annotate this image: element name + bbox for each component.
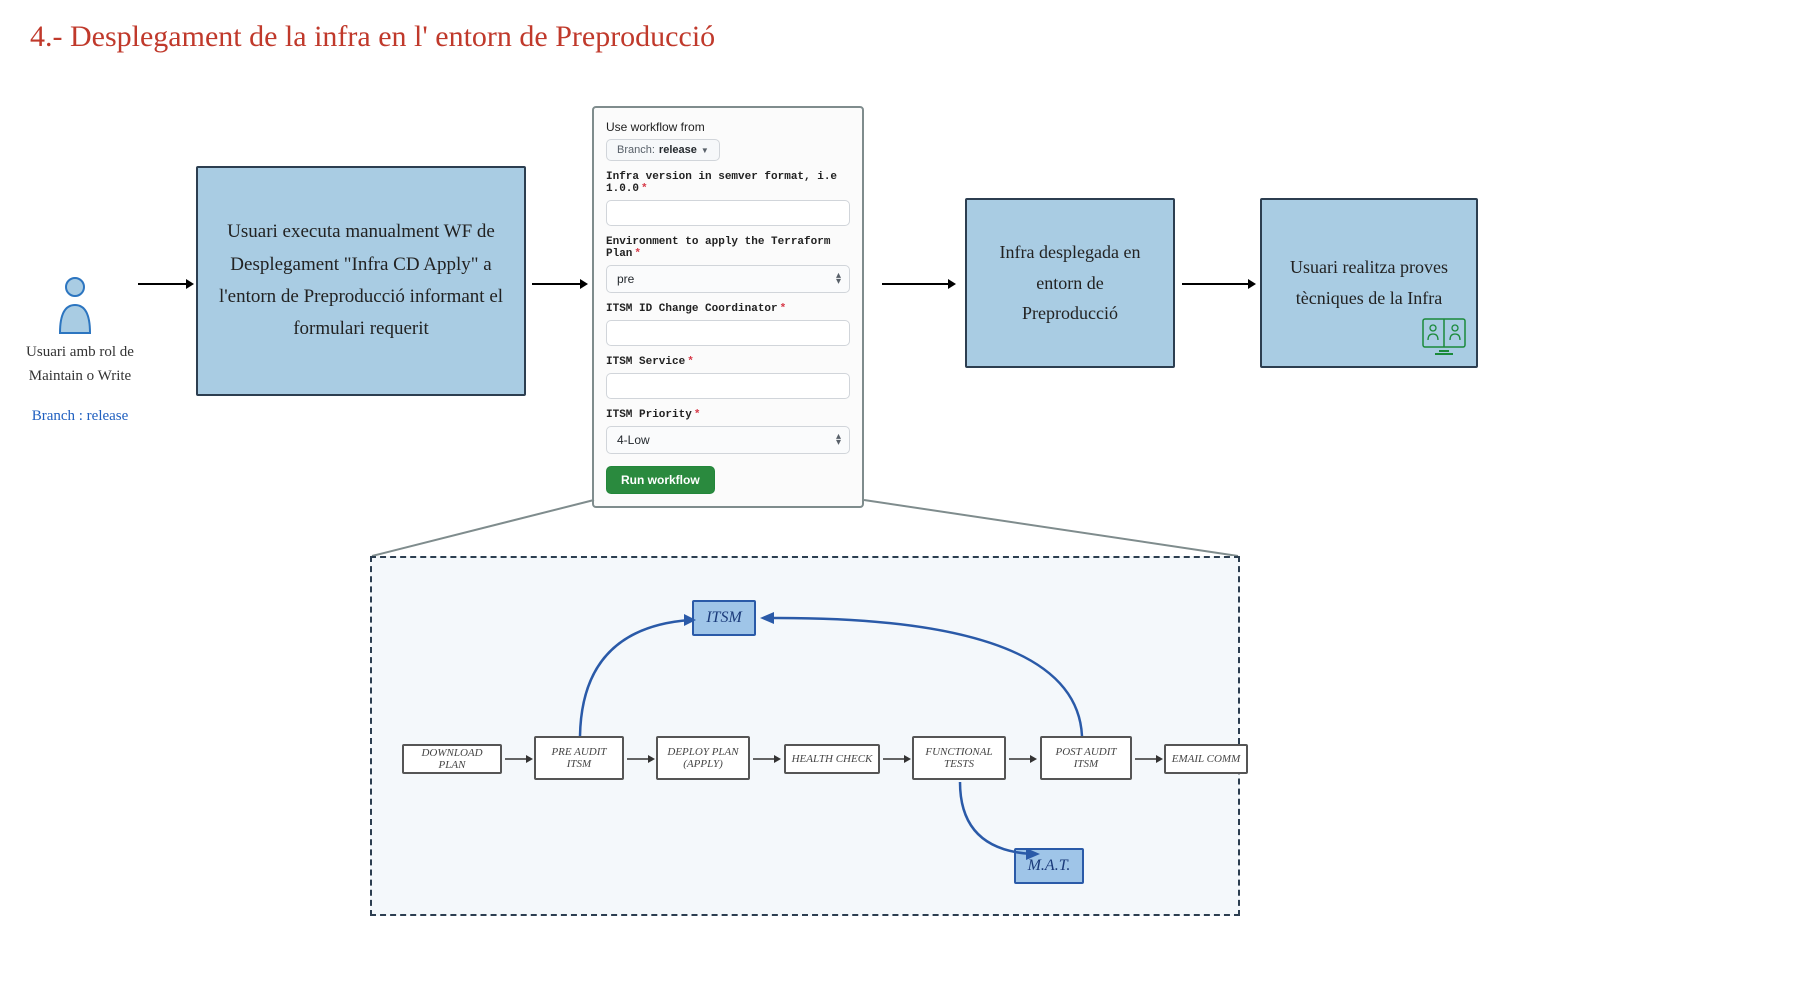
branch-prefix: Branch: [617,144,655,156]
pipeline-detail-panel: ITSM M.A.T. DOWNLOAD PLAN PRE AUDIT ITSM… [370,556,1240,916]
connector-lines [370,498,1240,558]
arrow-curve-icon [756,606,1086,738]
run-workflow-button[interactable]: Run workflow [606,466,715,494]
environment-select[interactable]: pre ▴▾ [606,265,850,293]
arrow-curve-icon [954,780,1054,860]
pipeline-step: POST AUDIT ITSM [1040,736,1132,780]
caret-down-icon: ▼ [701,146,709,155]
arrow-icon [136,274,196,294]
sticky-step-1: Usuari executa manualment WF de Desplega… [196,166,526,396]
user-role-label: Usuari amb rol de Maintain o Write [15,340,145,388]
itsm-service-label: ITSM Service* [606,356,850,368]
arrow-curve-icon [572,608,702,738]
sticky-step-1-text: Usuari executa manualment WF de Desplega… [218,216,504,345]
sticky-step-2: Infra desplegada en entorn de Preproducc… [965,198,1175,368]
select-caret-icon: ▴▾ [836,273,841,285]
pipeline-step: DEPLOY PLAN (APPLY) [656,736,750,780]
itsm-id-input[interactable] [606,320,850,346]
pipeline-step: FUNCTIONAL TESTS [912,736,1006,780]
sticky-step-3: Usuari realitza proves tècniques de la I… [1260,198,1478,368]
branch-selector[interactable]: Branch: release ▼ [606,139,720,161]
environment-label: Environment to apply the Terraform Plan* [606,236,850,260]
branch-value: release [659,144,697,156]
itsm-priority-value: 4-Low [617,433,650,447]
sticky-step-2-text: Infra desplegada en entorn de Preproducc… [987,237,1153,329]
arrow-icon [530,274,590,294]
arrow-icon [752,752,782,766]
user-icon [55,275,95,335]
diagram-title: 4.- Desplegament de la infra en l' entor… [30,20,715,54]
arrow-icon [1134,752,1164,766]
workflow-form: Use workflow from Branch: release ▼ Infr… [592,106,864,508]
use-workflow-label: Use workflow from [606,120,850,134]
select-caret-icon: ▴▾ [836,434,841,446]
sticky-step-3-text: Usuari realitza proves tècniques de la I… [1282,252,1456,313]
arrow-icon [882,752,912,766]
arrow-icon [1180,274,1258,294]
infra-version-label: Infra version in semver format, i.e 1.0.… [606,171,850,195]
pipeline-step: DOWNLOAD PLAN [402,744,502,774]
arrow-icon [880,274,958,294]
pipeline-step: EMAIL COMM [1164,744,1248,774]
arrow-icon [1008,752,1038,766]
infra-version-input[interactable] [606,200,850,226]
pipeline-step: HEALTH CHECK [784,744,880,774]
itsm-priority-label: ITSM Priority* [606,409,850,421]
arrow-icon [626,752,656,766]
testing-icon [1422,318,1466,356]
itsm-id-label: ITSM ID Change Coordinator* [606,303,850,315]
itsm-priority-select[interactable]: 4-Low ▴▾ [606,426,850,454]
arrow-icon [504,752,534,766]
itsm-service-input[interactable] [606,373,850,399]
branch-label: Branch : release [15,408,145,425]
pipeline-step: PRE AUDIT ITSM [534,736,624,780]
environment-value: pre [617,272,634,286]
